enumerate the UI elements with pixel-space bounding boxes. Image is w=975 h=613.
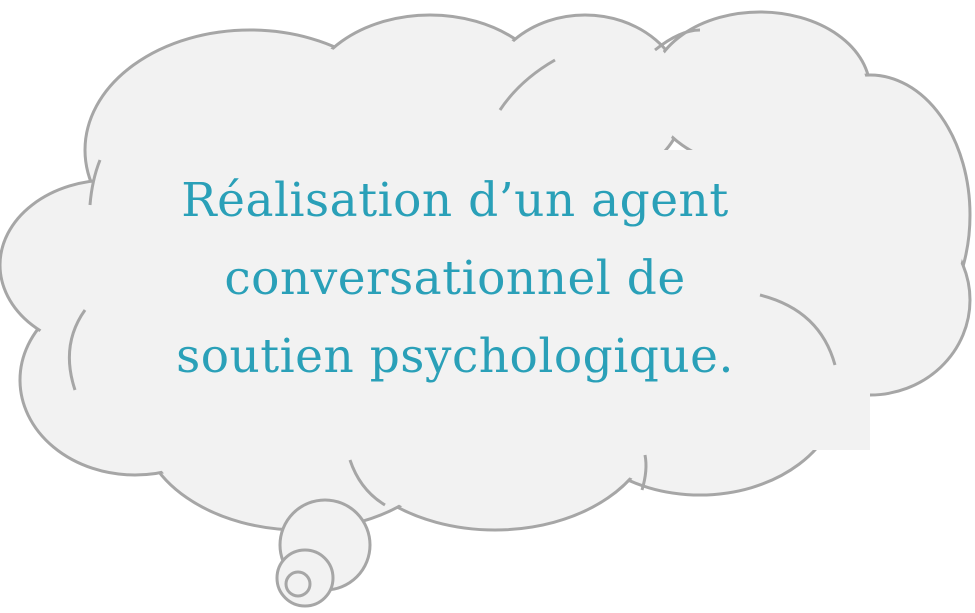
thought-bubble-figure: Réalisation d’un agent conversationnel d… bbox=[0, 0, 975, 613]
trail-circle-small bbox=[284, 570, 312, 598]
bubble-caption: Réalisation d’un agent conversationnel d… bbox=[130, 162, 780, 396]
caption-line-2: conversationnel de bbox=[224, 251, 686, 306]
caption-line-3: soutien psychologique. bbox=[176, 329, 734, 384]
thought-trail bbox=[275, 498, 372, 608]
caption-line-1: Réalisation d’un agent bbox=[181, 173, 729, 228]
